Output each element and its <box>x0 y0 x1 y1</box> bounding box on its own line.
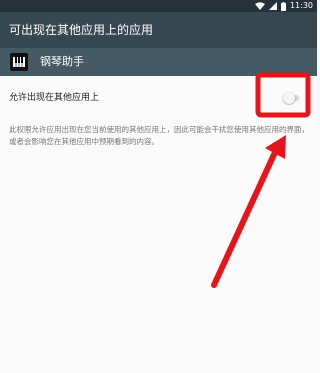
battery-icon <box>280 1 286 11</box>
permission-label: 允许出现在其他应用上 <box>9 93 100 103</box>
status-icons: 11:30 <box>254 0 313 12</box>
page-title: 可出现在其他应用上的应用 <box>9 23 154 37</box>
pointer-arrow <box>211 135 286 288</box>
wifi-icon <box>254 2 265 10</box>
permission-toggle[interactable] <box>283 92 299 104</box>
overlay-permission-row[interactable]: 允许出现在其他应用上 <box>0 76 317 116</box>
app-bar: 可出现在其他应用上的应用 <box>0 12 317 48</box>
status-bar: 11:30 <box>0 0 317 12</box>
permission-description: 此权限允许应用出现在您当前使用的其他应用上，因此可能会干扰您使用其他应用的界面，… <box>9 125 309 146</box>
toggle-thumb <box>283 92 295 104</box>
signal-icon <box>268 2 277 10</box>
status-time: 11:30 <box>289 1 313 10</box>
app-header: 钢琴助手 <box>0 48 317 76</box>
app-name: 钢琴助手 <box>40 55 84 68</box>
piano-keys-icon <box>10 53 28 71</box>
